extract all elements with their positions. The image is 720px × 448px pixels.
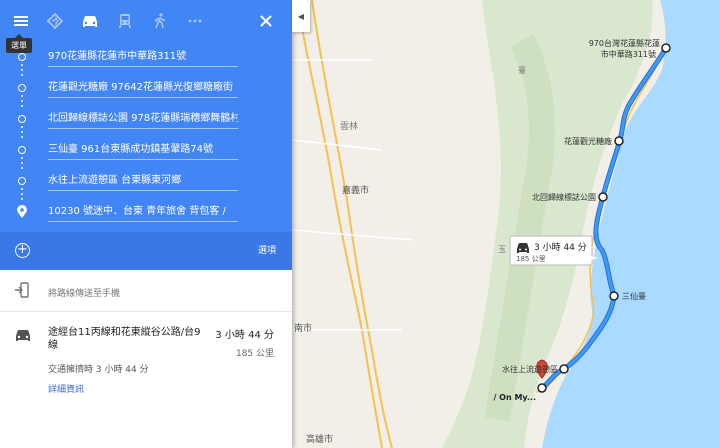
stop-marker-tropic[interactable] [598,192,608,202]
add-destination-row[interactable]: + 選項 [0,232,292,270]
collapse-panel-button[interactable]: ◀ [292,0,310,32]
send-to-phone-label[interactable]: 將路線傳送至手機 [48,286,120,299]
walk-icon [155,13,165,29]
stop-marker-sugar[interactable] [614,136,624,146]
route-traffic-time: 交通擁擠時 3 小時 44 分 [48,365,149,375]
waypoint-input[interactable]: 花蓮觀光糖廠 97642花蓮縣光復鄉糖廠街 [48,81,238,98]
label-start-2: 市中華路311號 [601,49,656,59]
waypoint-row-destination[interactable]: 10230 號迷中．台東 青年旅舍 背包客 / [0,199,292,227]
more-modes-button[interactable] [182,8,208,34]
bubble-car-icon [517,243,529,253]
route-distance: 185 公里 [235,349,274,359]
label-water: 水往上流遊憩區 [502,364,558,374]
add-destination-icon[interactable]: + [15,243,30,258]
send-to-phone-row[interactable]: 將路線傳送至手機 [0,270,292,312]
map-svg[interactable]: 970台灣花蓮縣花蓮 市中華路311號 花蓮觀光糖廠 北回歸線標誌公園 三仙臺 … [291,0,720,448]
directions-diamond-icon [46,12,64,30]
label-a: 臺 [518,65,526,75]
waypoint-input[interactable]: 北回歸線標誌公園 978花蓮縣瑞穗鄉舞鶴村 [48,112,238,129]
menu-icon [14,16,28,26]
label-yunlin: 雲林 [340,120,358,132]
waypoint-row[interactable]: 水往上流遊憩區 台東縣東河鄉 [0,168,292,196]
route-option[interactable]: 途經台11丙線和花東縱谷公路/台9線 3 小時 44 分 185 公里 交通擁擠… [0,312,292,402]
close-button[interactable] [254,9,278,33]
mode-best-button[interactable] [42,8,68,34]
label-tropic: 北回歸線標誌公園 [532,192,596,202]
waypoint-input[interactable]: 三仙臺 961台東縣成功鎮基翬路74號 [48,143,238,160]
waypoint-dot-icon [18,84,26,92]
route-details-link[interactable]: 詳細資訊 [48,382,84,395]
stop-marker-sanxian[interactable] [609,291,619,301]
mode-transit-button[interactable] [112,8,138,34]
waypoint-input[interactable]: 970花蓮縣花蓮市中華路311號 [48,50,238,67]
destination-pin-icon [17,205,27,218]
maps-app: 970台灣花蓮縣花蓮 市中華路311號 花蓮觀光糖廠 北回歸線標誌公園 三仙臺 … [0,0,720,448]
label-b: 玉 [498,245,506,254]
bubble-distance: 185 公里 [516,255,546,263]
directions-panel: 選單 970花蓮縣花蓮市中華路311號 花蓮觀光糖廠 97642花蓮縣光復鄉糖廠… [0,0,292,448]
waypoint-row[interactable]: 三仙臺 961台東縣成功鎮基翬路74號 [0,137,292,165]
options-button[interactable]: 選項 [258,243,276,256]
stop-marker-end[interactable] [537,383,547,393]
route-info-bubble[interactable]: 3 小時 44 分 185 公里 [509,235,598,266]
waypoint-dot-icon [18,177,26,185]
label-chiayi: 嘉義市 [342,184,369,196]
stop-marker-start[interactable] [661,43,671,53]
car-icon [16,330,30,341]
waypoint-row[interactable]: 970花蓮縣花蓮市中華路311號 [0,44,292,72]
bubble-time: 3 小時 44 分 [534,242,587,253]
mode-walking-button[interactable] [147,8,173,34]
label-start-1: 970台灣花蓮縣花蓮 [589,38,660,48]
label-kaohsiung: 高雄市 [306,433,333,445]
waypoint-row[interactable]: 花蓮觀光糖廠 97642花蓮縣光復鄉糖廠街 [0,75,292,103]
route-title[interactable]: 途經台11丙線和花東縱谷公路/台9線 [48,326,208,352]
stop-marker-water[interactable] [559,364,569,374]
menu-button[interactable] [8,8,34,34]
waypoint-input[interactable]: 水往上流遊憩區 台東縣東河鄉 [48,174,238,191]
waypoint-row[interactable]: 北回歸線標誌公園 978花蓮縣瑞穗鄉舞鶴村 [0,106,292,134]
more-icon [188,19,202,23]
route-duration: 3 小時 44 分 [215,330,274,341]
waypoint-dot-icon [18,115,26,123]
label-sugar: 花蓮觀光糖廠 [564,136,612,146]
mode-driving-button[interactable] [77,8,103,34]
travel-mode-bar [0,0,292,42]
map-canvas[interactable]: 970台灣花蓮縣花蓮 市中華路311號 花蓮觀光糖廠 北回歸線標誌公園 三仙臺 … [291,0,720,448]
label-tainan: 南市 [294,322,312,334]
label-sanxian: 三仙臺 [622,291,646,301]
destination-input[interactable]: 10230 號迷中．台東 青年旅舍 背包客 / [48,205,238,222]
waypoint-dot-icon [18,53,26,61]
send-to-phone-icon [15,282,29,298]
label-end: / On My... [493,393,536,402]
close-icon [260,15,272,27]
waypoint-dot-icon [18,146,26,154]
directions-header: 選單 970花蓮縣花蓮市中華路311號 花蓮觀光糖廠 97642花蓮縣光復鄉糖廠… [0,0,292,270]
car-icon [83,16,97,27]
train-icon [118,14,132,29]
